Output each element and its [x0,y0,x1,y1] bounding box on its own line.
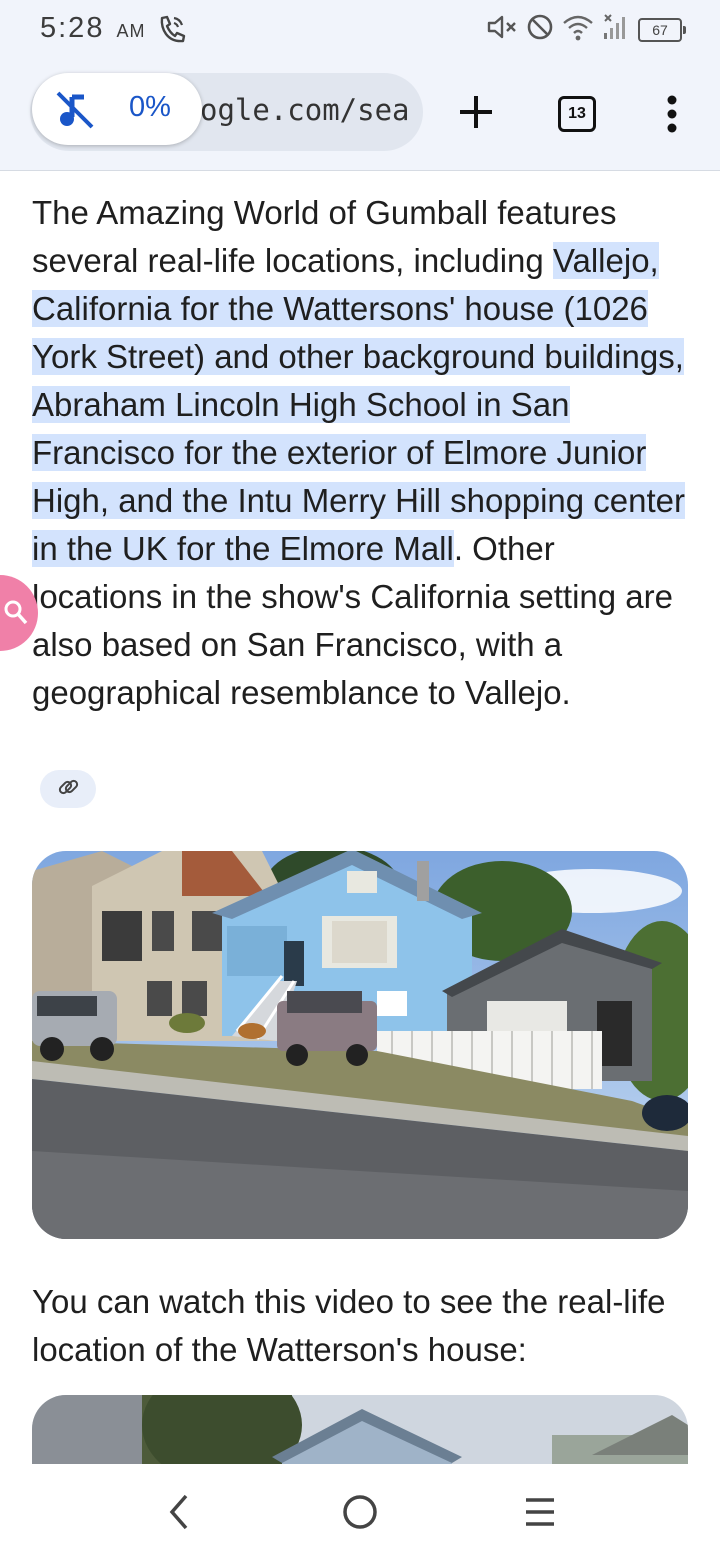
media-volume-pill[interactable]: 0% [32,73,202,145]
answer-intro: The Amazing World of Gumball features se… [32,194,617,279]
do-not-disturb-icon [526,13,554,46]
status-icons: 67 [486,12,686,47]
battery-icon: 67 [638,17,686,42]
search-results-content: The Amazing World of Gumball features se… [0,171,720,1464]
status-ampm: AM [116,21,146,41]
video-intro-text: You can watch this video to see the real… [32,1283,666,1368]
source-link-button[interactable] [40,770,96,808]
lens-search-icon [4,599,30,632]
system-nav-bar [0,1464,720,1560]
status-time: 5:28 AM [40,12,146,45]
url-text[interactable]: ogle.com/sea [200,93,410,127]
video-thumbnail[interactable] [32,1395,688,1464]
signal-icon [602,13,630,46]
phone-call-icon [158,14,186,49]
answer-highlight[interactable]: Vallejo, California for the Wattersons' … [32,242,686,567]
status-clock: 5:28 [40,12,105,44]
back-icon[interactable] [164,1492,196,1537]
home-icon[interactable] [340,1492,380,1537]
plus-icon[interactable] [456,92,496,137]
more-vert-icon[interactable] [662,94,682,139]
mute-icon[interactable] [54,89,96,136]
volume-mute-icon [486,12,518,47]
link-icon [56,775,80,804]
tabs-icon[interactable]: 13 [558,96,596,132]
ai-answer-text: The Amazing World of Gumball features se… [32,189,692,717]
media-percent: 0% [129,91,171,123]
house-photo[interactable] [32,851,688,1239]
wifi-icon [562,13,594,46]
recents-icon[interactable] [522,1492,558,1537]
status-bar: 5:28 AM 67 [0,0,720,60]
